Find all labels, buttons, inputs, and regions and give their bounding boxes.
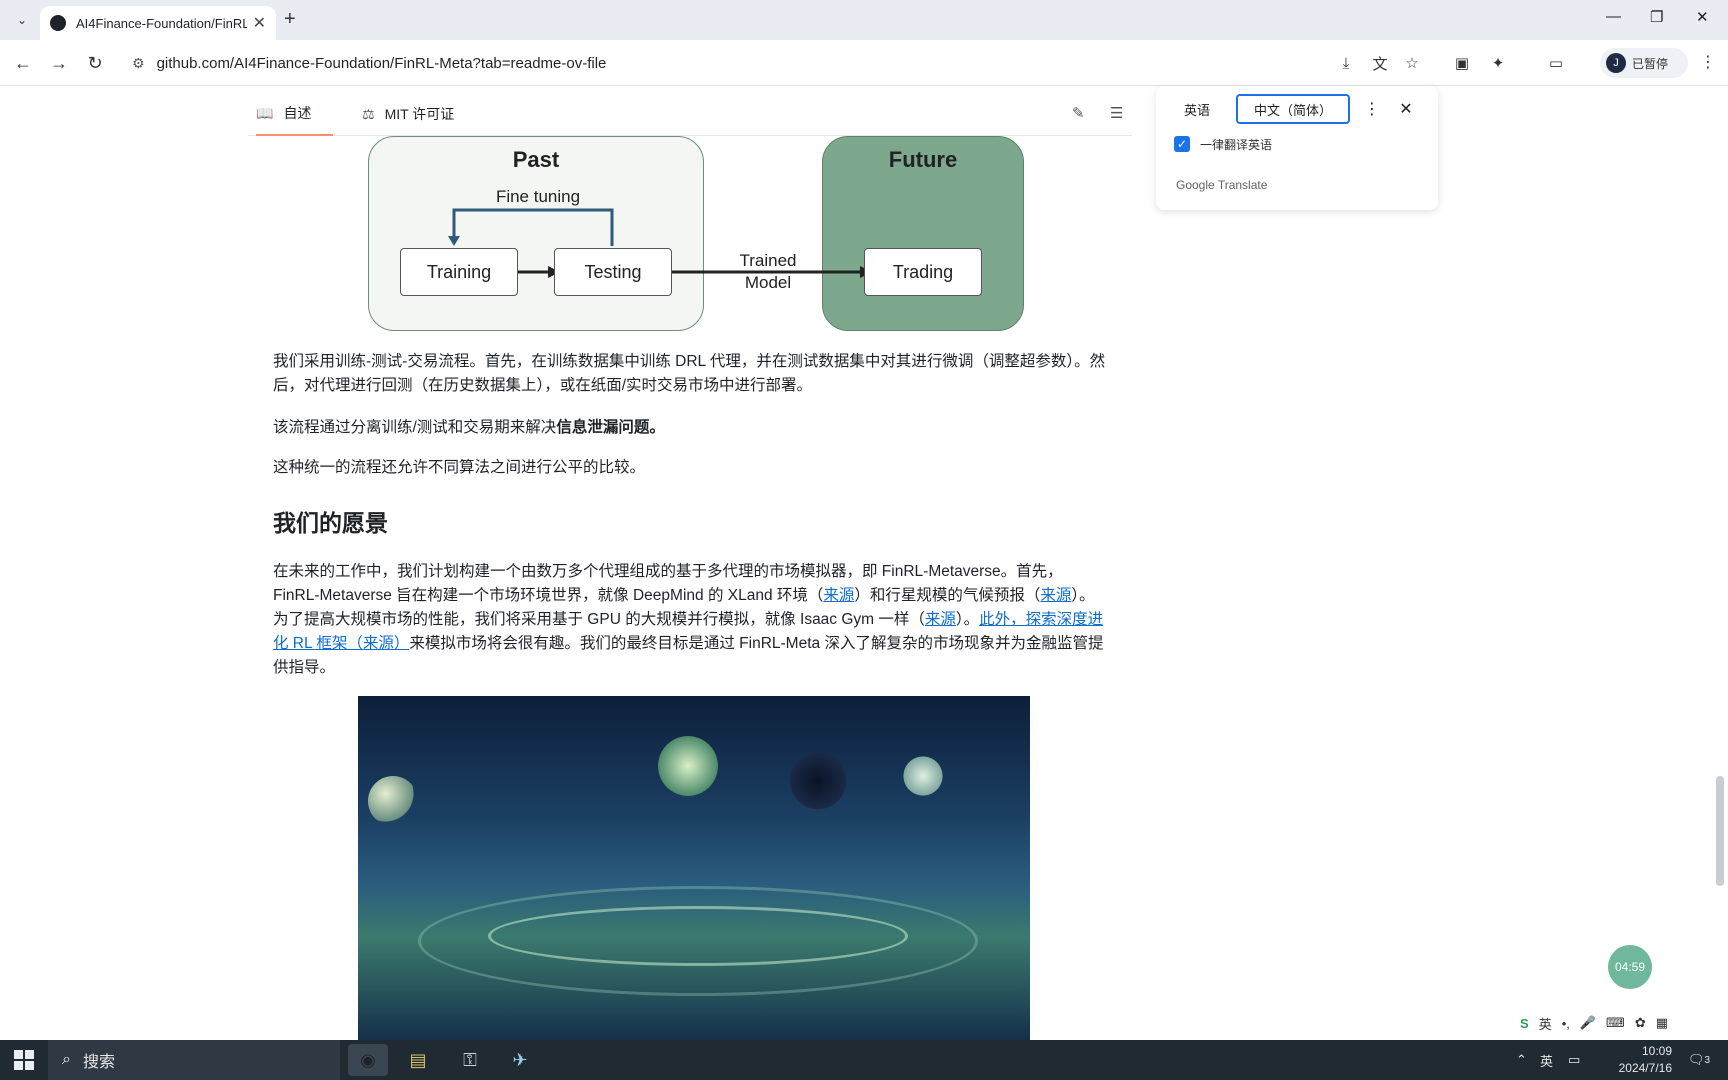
tab-search-button[interactable]: ⌄: [10, 8, 34, 32]
recording-timer: 04:59: [1608, 945, 1652, 989]
avatar: J: [1606, 53, 1626, 73]
source-language-option[interactable]: 英语: [1168, 94, 1226, 124]
target-language-option[interactable]: 中文（简体）: [1236, 94, 1350, 124]
tray-chevron-icon[interactable]: ⌃: [1516, 1040, 1527, 1080]
trading-box: Trading: [864, 248, 982, 296]
ime-mode[interactable]: 英: [1539, 1014, 1552, 1033]
paragraph-vision: 在未来的工作中，我们计划构建一个由数万多个代理组成的基于多代理的市场模拟器，即 …: [273, 560, 1107, 680]
paragraph-pipeline: 我们采用训练-测试-交易流程。首先，在训练数据集中训练 DRL 代理，并在测试数…: [273, 353, 1106, 394]
readme-nav: 📖 自述 ⚖ MIT 许可证 ✎ ☰: [248, 92, 1132, 136]
github-icon: [50, 15, 66, 31]
vision-text-d: ）。: [955, 611, 980, 628]
source-link-3[interactable]: 来源: [925, 611, 956, 628]
cloud-planet: [898, 756, 948, 796]
close-tab-icon[interactable]: ✕: [253, 13, 266, 33]
game-app-icon[interactable]: ✈: [500, 1044, 540, 1076]
translate-icon[interactable]: 文: [1369, 52, 1391, 74]
reading-mode-icon[interactable]: ▭: [1545, 52, 1567, 74]
testing-box: Testing: [554, 248, 672, 296]
page-scrollbar[interactable]: [1716, 776, 1724, 886]
fine-tuning-label: Fine tuning: [495, 187, 581, 206]
bookmark-star-icon[interactable]: ☆: [1401, 52, 1423, 74]
file-explorer-icon[interactable]: ▤: [398, 1044, 438, 1076]
close-window-button[interactable]: ✕: [1696, 8, 1709, 26]
vision-text-b: ）和行星规模的气候预报（: [854, 587, 1041, 604]
taskbar-search[interactable]: ⌕ 搜索: [48, 1040, 340, 1080]
tab-strip: ⌄ AI4Finance-Foundation/FinRL ✕ + — ❐ ✕: [0, 0, 1728, 40]
translate-popup: 英语 中文（简体） ⋮ ✕ ✓ 一律翻译英语 Google Translate: [1156, 86, 1438, 210]
chrome-app-icon[interactable]: ◉: [348, 1044, 388, 1076]
restore-button[interactable]: ❐: [1650, 8, 1663, 26]
section-heading-vision: 我们的愿景: [273, 510, 388, 536]
paragraph-leakage: 该流程通过分离训练/测试和交易期来解决信息泄漏问题。: [273, 416, 1107, 440]
address-bar[interactable]: ⚙ github.com/AI4Finance-Foundation/FinRL…: [126, 46, 1206, 80]
ime-toolbar: S 英 •, 🎤 ⌨ ✿ ▦: [1520, 1010, 1668, 1036]
site-info-icon[interactable]: ⚙: [132, 55, 145, 72]
ime-keyboard-icon[interactable]: ⌨: [1606, 1015, 1625, 1031]
always-translate-label: 一律翻译英语: [1200, 138, 1273, 152]
url-text: github.com/AI4Finance-Foundation/FinRL-M…: [156, 54, 607, 72]
reload-button[interactable]: ↻: [82, 50, 108, 76]
dark-hole: [788, 746, 848, 816]
install-app-icon[interactable]: ⤓: [1335, 52, 1357, 74]
metaverse-illustration: [358, 696, 1030, 1040]
tray-network-icon[interactable]: ▭: [1568, 1040, 1580, 1080]
outline-list-icon[interactable]: ☰: [1110, 104, 1123, 122]
leakage-text: 该流程通过分离训练/测试和交易期来解决: [273, 419, 557, 436]
extensions-puzzle-icon[interactable]: ✦: [1487, 52, 1509, 74]
browser-tab[interactable]: AI4Finance-Foundation/FinRL ✕: [40, 6, 276, 40]
edit-pencil-icon[interactable]: ✎: [1072, 104, 1085, 122]
tab-license-label: MIT 许可证: [384, 106, 455, 122]
taskbar-search-label: 搜索: [82, 1054, 115, 1071]
taskbar: ⌕ 搜索 ◉ ▤ ⚿ ✈ ⌃ 英 ▭ 10:09 2024/7/16 🗨 3: [0, 1040, 1728, 1080]
arena-outer-ring: [418, 886, 978, 996]
browser-toolbar: ← → ↻ ⚙ github.com/AI4Finance-Foundation…: [0, 40, 1728, 86]
tab-readme-label: 自述: [283, 105, 312, 121]
profile-button[interactable]: J 已暂停: [1600, 48, 1688, 78]
ime-punct-icon[interactable]: •,: [1562, 1016, 1570, 1031]
minimize-button[interactable]: —: [1606, 8, 1621, 25]
taskbar-clock[interactable]: 10:09 2024/7/16: [1592, 1043, 1672, 1077]
tab-title: AI4Finance-Foundation/FinRL: [76, 15, 247, 31]
moon-left: [368, 776, 418, 826]
ime-skin-icon[interactable]: ✿: [1635, 1015, 1646, 1031]
translate-close-icon[interactable]: ✕: [1392, 94, 1420, 124]
source-link-2[interactable]: 来源: [1040, 587, 1071, 604]
new-tab-button[interactable]: +: [284, 8, 296, 31]
source-link-1[interactable]: 来源: [823, 587, 854, 604]
ime-tools-icon[interactable]: ▦: [1656, 1015, 1668, 1031]
windows-start-icon[interactable]: [14, 1050, 34, 1070]
diagram-arrows: [448, 208, 872, 278]
trained-model-label: Trained Model: [739, 251, 797, 292]
forward-button[interactable]: →: [46, 50, 72, 76]
planet-glow: [658, 736, 718, 796]
back-button[interactable]: ←: [10, 50, 36, 76]
pipeline-diagram: Past Future Fine tuning Training Testing…: [368, 136, 1024, 332]
clock-date: 2024/7/16: [1618, 1061, 1672, 1075]
tab-readme[interactable]: 📖 自述: [256, 92, 334, 136]
extension-icon[interactable]: ▣: [1451, 52, 1473, 74]
leakage-bold: 信息泄漏问题。: [556, 419, 665, 436]
tab-license[interactable]: ⚖ MIT 许可证: [362, 92, 454, 136]
paragraph-fairness: 这种统一的流程还允许不同算法之间进行公平的比较。: [273, 459, 646, 476]
profile-status: 已暂停: [1632, 56, 1669, 71]
ime-mic-icon[interactable]: 🎤: [1580, 1015, 1596, 1031]
scale-icon: ⚖: [362, 105, 375, 122]
clock-time: 10:09: [1641, 1044, 1672, 1058]
translate-options-icon[interactable]: ⋮: [1360, 94, 1384, 124]
key-app-icon[interactable]: ⚿: [450, 1044, 490, 1076]
google-translate-brand: Google Translate: [1176, 178, 1268, 192]
training-box: Training: [400, 248, 518, 296]
tray-ime[interactable]: 英: [1540, 1040, 1553, 1080]
book-icon: 📖: [256, 104, 274, 121]
sogou-icon[interactable]: S: [1520, 1016, 1529, 1031]
notification-center-icon[interactable]: 🗨 3: [1688, 1040, 1710, 1080]
notification-count: 3: [1704, 1054, 1711, 1066]
search-icon: ⌕: [62, 1051, 71, 1068]
browser-menu-icon[interactable]: ⋮: [1700, 52, 1716, 72]
always-translate-checkbox[interactable]: ✓: [1174, 136, 1190, 152]
